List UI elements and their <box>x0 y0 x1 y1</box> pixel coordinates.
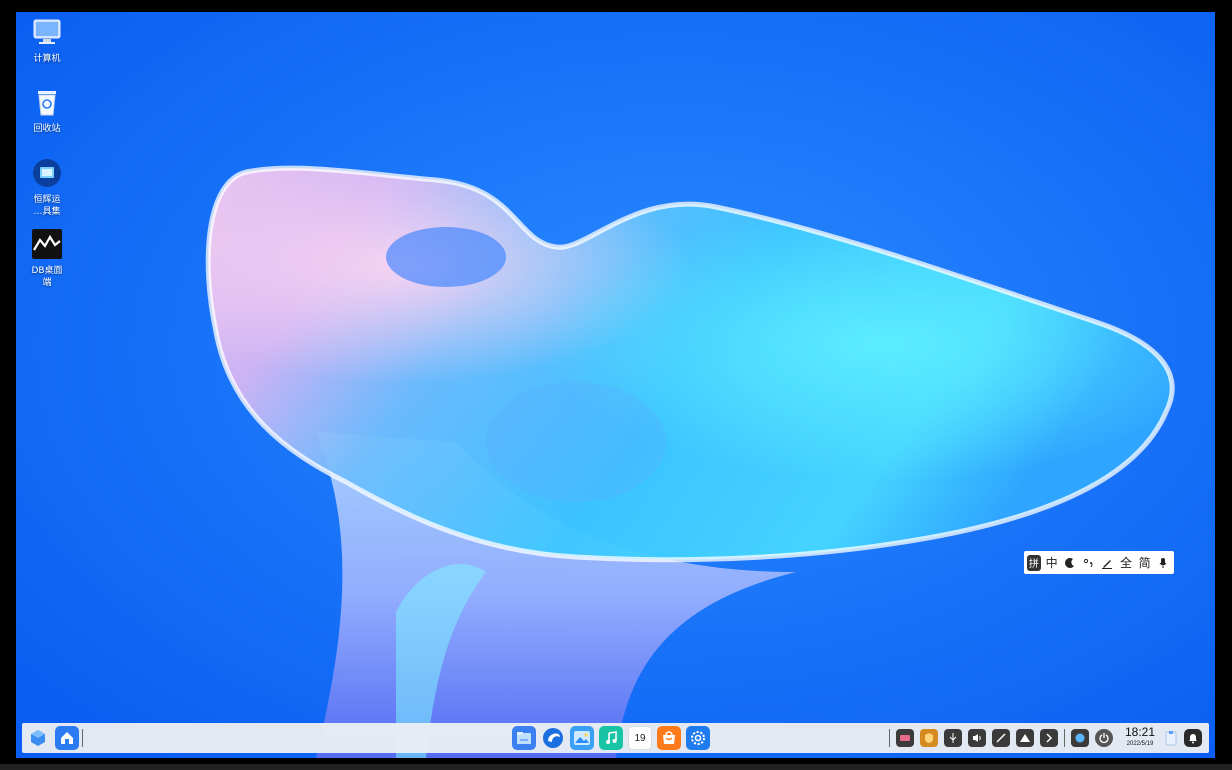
desktop-icon-label: DB桌面 端 <box>31 266 63 288</box>
bell-icon[interactable] <box>1184 729 1202 747</box>
db-desktop-icon <box>32 229 62 259</box>
desktop-icon-label: 回收站 <box>33 124 61 134</box>
keyboard-tray-icon[interactable] <box>896 729 914 747</box>
desktop-icon-computer[interactable]: 计算机 <box>24 16 70 65</box>
network-tray-icon[interactable] <box>1071 729 1089 747</box>
cube-launcher-icon[interactable] <box>26 726 50 750</box>
calendar-day: 19 <box>634 732 646 744</box>
clock[interactable]: 18:21 2022/5/19 <box>1120 725 1160 748</box>
ime-chinese-toggle[interactable]: 中 <box>1044 554 1060 572</box>
ime-fullwidth-toggle[interactable]: 全 <box>1118 554 1134 572</box>
gallery-icon[interactable] <box>570 726 594 750</box>
tools-tray-icon[interactable] <box>992 729 1010 747</box>
music-icon[interactable] <box>599 726 623 750</box>
desktop-icon-toolkit[interactable]: 恒辉运 …具集 <box>24 157 70 218</box>
desktop-icon-db-desktop[interactable]: DB桌面 端 <box>24 228 70 289</box>
file-manager-icon[interactable] <box>512 726 536 750</box>
home-icon[interactable] <box>55 726 79 750</box>
settings-icon[interactable] <box>686 726 710 750</box>
computer-icon <box>33 19 61 44</box>
pen-icon[interactable] <box>1100 554 1116 572</box>
clipboard-icon[interactable] <box>1162 726 1180 750</box>
browser-icon[interactable] <box>541 726 565 750</box>
moon-icon[interactable] <box>1062 554 1078 572</box>
ime-mode-button[interactable]: 拼 <box>1027 554 1041 571</box>
triangle-tray-icon[interactable] <box>1016 729 1034 747</box>
app-store-icon[interactable] <box>657 726 681 750</box>
wallpaper <box>16 12 1215 758</box>
taskbar-separator <box>82 729 83 747</box>
desktop-screen: 计算机 回收站 恒辉运 …具集 DB桌面 端 拼 中 全 简 19 18:21 … <box>16 12 1215 758</box>
desktop-icon-label: 计算机 <box>33 54 61 64</box>
power-tray-icon[interactable] <box>1095 729 1113 747</box>
punctuation-icon[interactable] <box>1081 554 1097 572</box>
bottom-bezel <box>0 764 1232 770</box>
security-tray-icon[interactable] <box>920 729 938 747</box>
trash-icon <box>38 91 56 116</box>
desktop-icon-label: 恒辉运 …具集 <box>33 195 61 217</box>
desktop-icon-trash[interactable]: 回收站 <box>24 86 70 135</box>
toolkit-icon <box>33 159 61 187</box>
calendar-icon[interactable]: 19 <box>628 726 652 750</box>
microphone-icon[interactable] <box>1155 554 1171 572</box>
taskbar: 19 18:21 2022/5/19 <box>22 723 1209 753</box>
ime-simplified-toggle[interactable]: 简 <box>1137 554 1153 572</box>
usb-tray-icon[interactable] <box>944 729 962 747</box>
chevron-right-tray-icon[interactable] <box>1040 729 1058 747</box>
taskbar-separator <box>889 729 890 747</box>
taskbar-separator <box>1064 729 1065 747</box>
volume-tray-icon[interactable] <box>968 729 986 747</box>
clock-date: 2022/5/19 <box>1126 741 1154 747</box>
ime-toolbar: 拼 中 全 简 <box>1024 551 1174 574</box>
clock-time: 18:21 <box>1124 725 1156 739</box>
